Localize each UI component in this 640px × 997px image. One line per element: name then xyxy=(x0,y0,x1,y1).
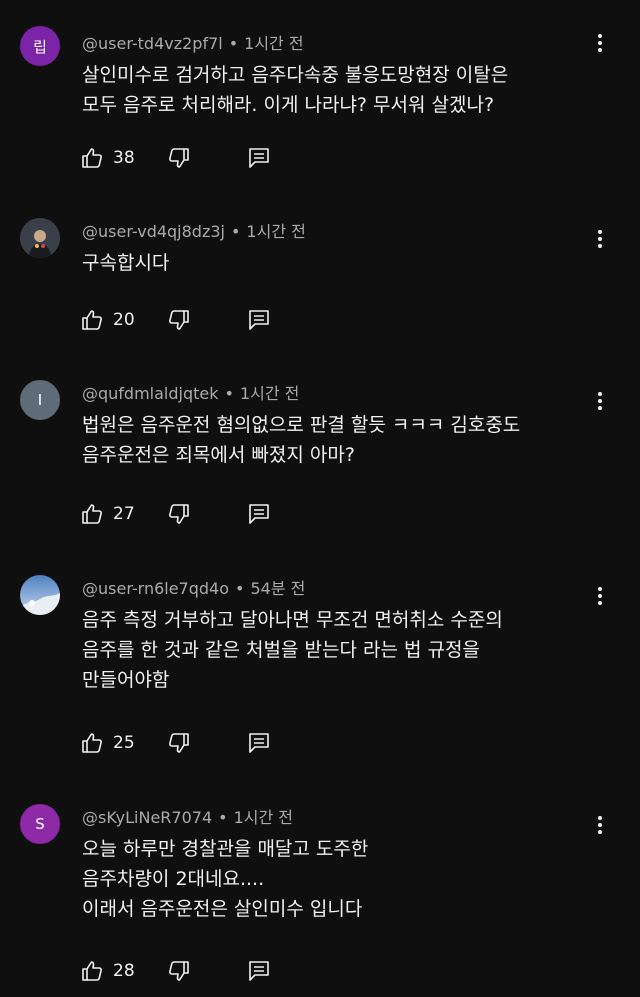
like-count: 28 xyxy=(113,961,135,981)
reply-icon xyxy=(248,732,270,754)
comment-header: @user-td4vz2pf7l • 1시간 전 xyxy=(82,30,304,54)
reply-icon xyxy=(248,503,270,525)
comment-text: 오늘 하루만 경찰관을 매달고 도주한 음주차량이 2대네요.... 이래서 음… xyxy=(82,834,582,924)
comment-time[interactable]: 54분 전 xyxy=(250,579,305,598)
reply-icon xyxy=(248,147,270,169)
thumbs-up-icon xyxy=(80,731,104,755)
like-count: 20 xyxy=(113,310,135,330)
comment-author[interactable]: @user-rn6le7qd4o xyxy=(82,579,229,598)
comment-author[interactable]: @sKyLiNeR7074 xyxy=(82,808,212,827)
avatar[interactable]: 립 xyxy=(20,26,60,66)
comment-actions: 38 xyxy=(80,145,270,171)
comment-time[interactable]: 1시간 전 xyxy=(234,808,293,827)
separator-dot: • xyxy=(224,384,234,403)
avatar[interactable]: S xyxy=(20,804,60,844)
comment-text-line: 오늘 하루만 경찰관을 매달고 도주한 xyxy=(82,838,369,860)
comment-actions: 27 xyxy=(80,501,270,527)
avatar-image xyxy=(20,218,60,258)
dislike-button[interactable] xyxy=(167,308,191,332)
comment-author[interactable]: @user-vd4qj8dz3j xyxy=(82,222,225,241)
comment-text-line: 음주차량이 2대네요.... xyxy=(82,868,265,890)
avatar[interactable] xyxy=(20,575,60,615)
comment-text-line: 음주 측정 거부하고 달아나면 무조건 면허취소 수준의 xyxy=(82,609,503,631)
comment-text-line: 만들어야함 xyxy=(82,669,170,691)
like-button[interactable]: 20 xyxy=(80,308,149,332)
comment-time[interactable]: 1시간 전 xyxy=(244,34,303,53)
thumbs-up-icon xyxy=(80,308,104,332)
separator-dot: • xyxy=(228,34,239,53)
dislike-button[interactable] xyxy=(167,502,191,526)
comment-header: @user-rn6le7qd4o • 54분 전 xyxy=(82,575,305,599)
thumbs-down-icon xyxy=(167,959,191,983)
comment-time[interactable]: 1시간 전 xyxy=(240,384,299,403)
dislike-button[interactable] xyxy=(167,146,191,170)
comment-text: 법원은 음주운전 혐의없으로 판결 할듯 ㅋㅋㅋ 김호중도 음주운전은 죄목에서… xyxy=(82,410,582,470)
comment-header: @qufdmlaldjqtek • 1시간 전 xyxy=(82,380,299,404)
like-button[interactable]: 38 xyxy=(80,146,149,170)
separator-dot: • xyxy=(218,808,228,827)
comment-author[interactable]: @user-td4vz2pf7l xyxy=(82,34,223,53)
like-button[interactable]: 27 xyxy=(80,502,149,526)
comment-text-line: 살인미수로 검거하고 음주다속중 불응도망현장 이탈은 xyxy=(82,64,509,86)
thumbs-up-icon xyxy=(80,959,104,983)
comment-actions: 28 xyxy=(80,958,270,984)
comment-header: @user-vd4qj8dz3j • 1시간 전 xyxy=(82,218,306,242)
comment-author[interactable]: @qufdmlaldjqtek xyxy=(82,384,219,403)
more-options-icon[interactable] xyxy=(590,810,610,840)
thumbs-up-icon xyxy=(80,146,104,170)
comment-actions: 20 xyxy=(80,307,270,333)
comment-text-line: 음주운전은 죄목에서 빠졌지 아마? xyxy=(82,444,355,466)
separator-dot: • xyxy=(235,579,245,598)
thumbs-down-icon xyxy=(167,731,191,755)
comment-text: 구속합시다 xyxy=(82,248,582,278)
comment-text-line: 이래서 음주운전은 살인미수 입니다 xyxy=(82,898,363,920)
like-count: 25 xyxy=(113,733,135,753)
like-count: 27 xyxy=(113,504,135,524)
reply-icon xyxy=(248,309,270,331)
comment-text-line: 음주를 한 것과 같은 처벌을 받는다 라는 법 규정을 xyxy=(82,639,480,661)
more-options-icon[interactable] xyxy=(590,581,610,611)
comment-text: 살인미수로 검거하고 음주다속중 불응도망현장 이탈은 모두 음주로 처리해라.… xyxy=(82,60,582,120)
like-button[interactable]: 25 xyxy=(80,731,149,755)
more-options-icon[interactable] xyxy=(590,28,610,58)
thumbs-down-icon xyxy=(167,146,191,170)
reply-button[interactable] xyxy=(248,309,270,331)
comment-actions: 25 xyxy=(80,730,270,756)
comment-text-line: 구속합시다 xyxy=(82,252,170,274)
thumbs-up-icon xyxy=(80,502,104,526)
comment-text-line: 법원은 음주운전 혐의없으로 판결 할듯 ㅋㅋㅋ 김호중도 xyxy=(82,414,521,436)
avatar-image xyxy=(20,575,60,615)
dislike-button[interactable] xyxy=(167,959,191,983)
thumbs-down-icon xyxy=(167,308,191,332)
more-options-icon[interactable] xyxy=(590,224,610,254)
dislike-button[interactable] xyxy=(167,731,191,755)
more-options-icon[interactable] xyxy=(590,386,610,416)
avatar[interactable]: I xyxy=(20,380,60,420)
comment-time[interactable]: 1시간 전 xyxy=(246,222,305,241)
comment-text: 음주 측정 거부하고 달아나면 무조건 면허취소 수준의 음주를 한 것과 같은… xyxy=(82,605,582,695)
avatar[interactable] xyxy=(20,218,60,258)
like-button[interactable]: 28 xyxy=(80,959,149,983)
comment-header: @sKyLiNeR7074 • 1시간 전 xyxy=(82,804,293,828)
separator-dot: • xyxy=(230,222,241,241)
reply-icon xyxy=(248,960,270,982)
reply-button[interactable] xyxy=(248,960,270,982)
thumbs-down-icon xyxy=(167,502,191,526)
reply-button[interactable] xyxy=(248,732,270,754)
reply-button[interactable] xyxy=(248,147,270,169)
like-count: 38 xyxy=(113,148,135,168)
comment-text-line: 모두 음주로 처리해라. 이게 나라냐? 무서워 살겠나? xyxy=(82,94,495,116)
reply-button[interactable] xyxy=(248,503,270,525)
